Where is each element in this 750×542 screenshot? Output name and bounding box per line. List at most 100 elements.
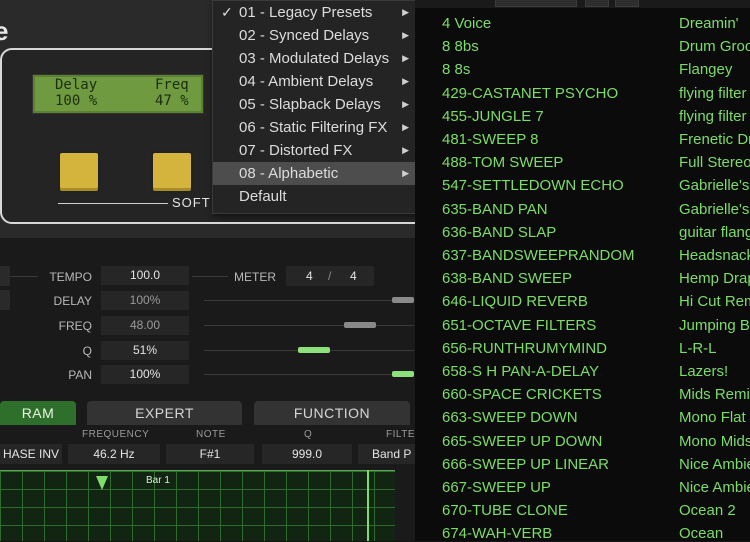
meter-field[interactable]: 4 / 4 xyxy=(286,266,374,286)
tempo-label: TEMPO xyxy=(49,270,92,284)
preset-item[interactable]: Lazers! xyxy=(679,363,728,380)
filter-type-select[interactable]: Band P xyxy=(358,444,416,464)
preset-item[interactable]: Mono Mids xyxy=(679,433,750,450)
tab-function[interactable]: FUNCTION xyxy=(254,401,410,425)
menu-item-ambient-delays[interactable]: 04 - Ambient Delays ▶ xyxy=(213,70,416,93)
preset-item[interactable]: Gabrielle's xyxy=(679,201,749,218)
preset-item[interactable]: 660-SPACE CRICKETS xyxy=(442,386,602,403)
chevron-right-icon: ▶ xyxy=(402,168,409,178)
preset-item[interactable]: guitar flang xyxy=(679,224,750,241)
preset-item[interactable]: Gabrielle's xyxy=(679,177,749,194)
preset-item[interactable]: Ocean xyxy=(679,525,723,542)
preset-item[interactable]: 666-SWEEP UP LINEAR xyxy=(442,456,609,473)
q-value-field[interactable]: 999.0 xyxy=(262,444,352,464)
preset-item[interactable]: 636-BAND SLAP xyxy=(442,224,556,241)
q-field[interactable]: 51% xyxy=(101,341,189,360)
delay-field[interactable]: 100% xyxy=(101,291,189,310)
preset-item[interactable]: L-R-L xyxy=(679,340,717,357)
pan-field[interactable]: 100% xyxy=(101,365,189,384)
preset-item[interactable]: 8 8bs xyxy=(442,38,479,55)
menu-item-static-filtering-fx[interactable]: 06 - Static Filtering FX ▶ xyxy=(213,116,416,139)
lcd-label-freq: Freq xyxy=(155,77,189,93)
note-field[interactable]: F#1 xyxy=(166,444,254,464)
preset-item[interactable]: Full Stereo xyxy=(679,154,750,171)
lcd-value-delay: 100 % xyxy=(55,93,98,109)
menu-item-label: 07 - Distorted FX xyxy=(239,142,353,159)
menu-item-label: 01 - Legacy Presets xyxy=(239,4,373,21)
freq-slider-handle[interactable] xyxy=(344,322,376,328)
preset-item[interactable]: Flangey xyxy=(679,61,732,78)
footswitch-button-1[interactable] xyxy=(58,151,100,193)
preset-item[interactable]: 663-SWEEP DOWN xyxy=(442,409,578,426)
preset-item[interactable]: 455-JUNGLE 7 xyxy=(442,108,544,125)
delay-label: DELAY xyxy=(53,294,92,308)
preset-item[interactable]: 8 8s xyxy=(442,61,470,78)
preset-item[interactable]: Hemp Drap xyxy=(679,270,750,287)
step-sequencer-grid[interactable] xyxy=(0,470,395,541)
meter-denominator: 4 xyxy=(350,269,357,283)
preset-item[interactable]: 635-BAND PAN xyxy=(442,201,548,218)
preset-item[interactable]: 651-OCTAVE FILTERS xyxy=(442,317,596,334)
preset-item[interactable]: 488-TOM SWEEP xyxy=(442,154,563,171)
chevron-right-icon: ▶ xyxy=(402,99,409,109)
lcd-label-delay: Delay xyxy=(55,77,98,93)
frequency-field[interactable]: 46.2 Hz xyxy=(68,444,160,464)
preset-item[interactable]: Drum Groo xyxy=(679,38,750,55)
preset-item[interactable]: 481-SWEEP 8 xyxy=(442,131,538,148)
menu-item-legacy-presets[interactable]: ✓ 01 - Legacy Presets ▶ xyxy=(213,1,416,24)
left-control-1[interactable] xyxy=(0,266,10,286)
menu-item-slapback-delays[interactable]: 05 - Slapback Delays ▶ xyxy=(213,93,416,116)
preset-item[interactable]: Nice Ambie xyxy=(679,479,750,496)
preset-item[interactable]: Jumping B xyxy=(679,317,750,334)
preset-item[interactable]: 656-RUNTHRUMYMIND xyxy=(442,340,607,357)
delay-slider-track[interactable] xyxy=(204,300,414,301)
playhead-marker-icon[interactable] xyxy=(96,476,108,490)
preset-item[interactable]: 646-LIQUID REVERB xyxy=(442,293,588,310)
menu-item-label: 02 - Synced Delays xyxy=(239,27,370,44)
preset-item[interactable]: 670-TUBE CLONE xyxy=(442,502,568,519)
menu-item-modulated-delays[interactable]: 03 - Modulated Delays ▶ xyxy=(213,47,416,70)
preset-item[interactable]: Dreamin' xyxy=(679,15,739,32)
tab-expert[interactable]: EXPERT xyxy=(87,401,242,425)
menu-item-distorted-fx[interactable]: 07 - Distorted FX ▶ xyxy=(213,139,416,162)
footswitch-button-2[interactable] xyxy=(151,151,193,193)
preset-item[interactable]: flying filter xyxy=(679,108,747,125)
menu-item-default[interactable]: Default xyxy=(213,185,416,208)
preset-item[interactable]: 637-BANDSWEEPRANDOM xyxy=(442,247,635,264)
preset-item[interactable]: Mono Flat xyxy=(679,409,746,426)
tab-program[interactable]: RAM xyxy=(0,401,76,425)
preset-item[interactable]: Mids Remi xyxy=(679,386,750,403)
preset-item[interactable]: 4 Voice xyxy=(442,15,491,32)
preset-item[interactable]: Nice Ambie xyxy=(679,456,750,473)
preset-item[interactable]: 429-CASTANET PSYCHO xyxy=(442,85,618,102)
preset-item[interactable]: flying filter xyxy=(679,85,747,102)
preset-item[interactable]: 667-SWEEP UP xyxy=(442,479,551,496)
meter-label: METER xyxy=(234,270,276,284)
left-control-2[interactable] xyxy=(0,290,10,310)
preset-item[interactable]: 665-SWEEP UP DOWN xyxy=(442,433,602,450)
freq-slider-track[interactable] xyxy=(204,325,414,326)
delay-slider-handle[interactable] xyxy=(392,297,414,303)
preset-item[interactable]: 658-S H PAN-A-DELAY xyxy=(442,363,599,380)
meter-numerator: 4 xyxy=(306,269,313,283)
preset-item[interactable]: Ocean 2 xyxy=(679,502,736,519)
phase-invert-button[interactable]: HASE INV xyxy=(0,444,62,464)
preset-item[interactable]: 638-BAND SWEEP xyxy=(442,270,572,287)
chevron-right-icon: ▶ xyxy=(402,7,409,17)
preset-item[interactable]: 547-SETTLEDOWN ECHO xyxy=(442,177,624,194)
chevron-right-icon: ▶ xyxy=(402,53,409,63)
preset-item[interactable]: Hi Cut Rem xyxy=(679,293,750,310)
freq-field[interactable]: 48.00 xyxy=(101,316,189,335)
q-slider-handle[interactable] xyxy=(298,347,330,353)
chevron-right-icon: ▶ xyxy=(402,145,409,155)
meter-separator: / xyxy=(328,269,332,283)
menu-item-alphabetic[interactable]: 08 - Alphabetic ▶ xyxy=(213,162,416,185)
pan-slider-handle[interactable] xyxy=(392,371,414,377)
menu-item-synced-delays[interactable]: 02 - Synced Delays ▶ xyxy=(213,24,416,47)
preset-item[interactable]: 674-WAH-VERB xyxy=(442,525,552,542)
preset-item[interactable]: Frenetic Dr xyxy=(679,131,750,148)
tempo-field[interactable]: 100.0 xyxy=(101,266,189,285)
pan-slider-track[interactable] xyxy=(204,374,414,375)
filter-header: FILTE xyxy=(386,429,415,440)
preset-item[interactable]: Headsnack xyxy=(679,247,750,264)
